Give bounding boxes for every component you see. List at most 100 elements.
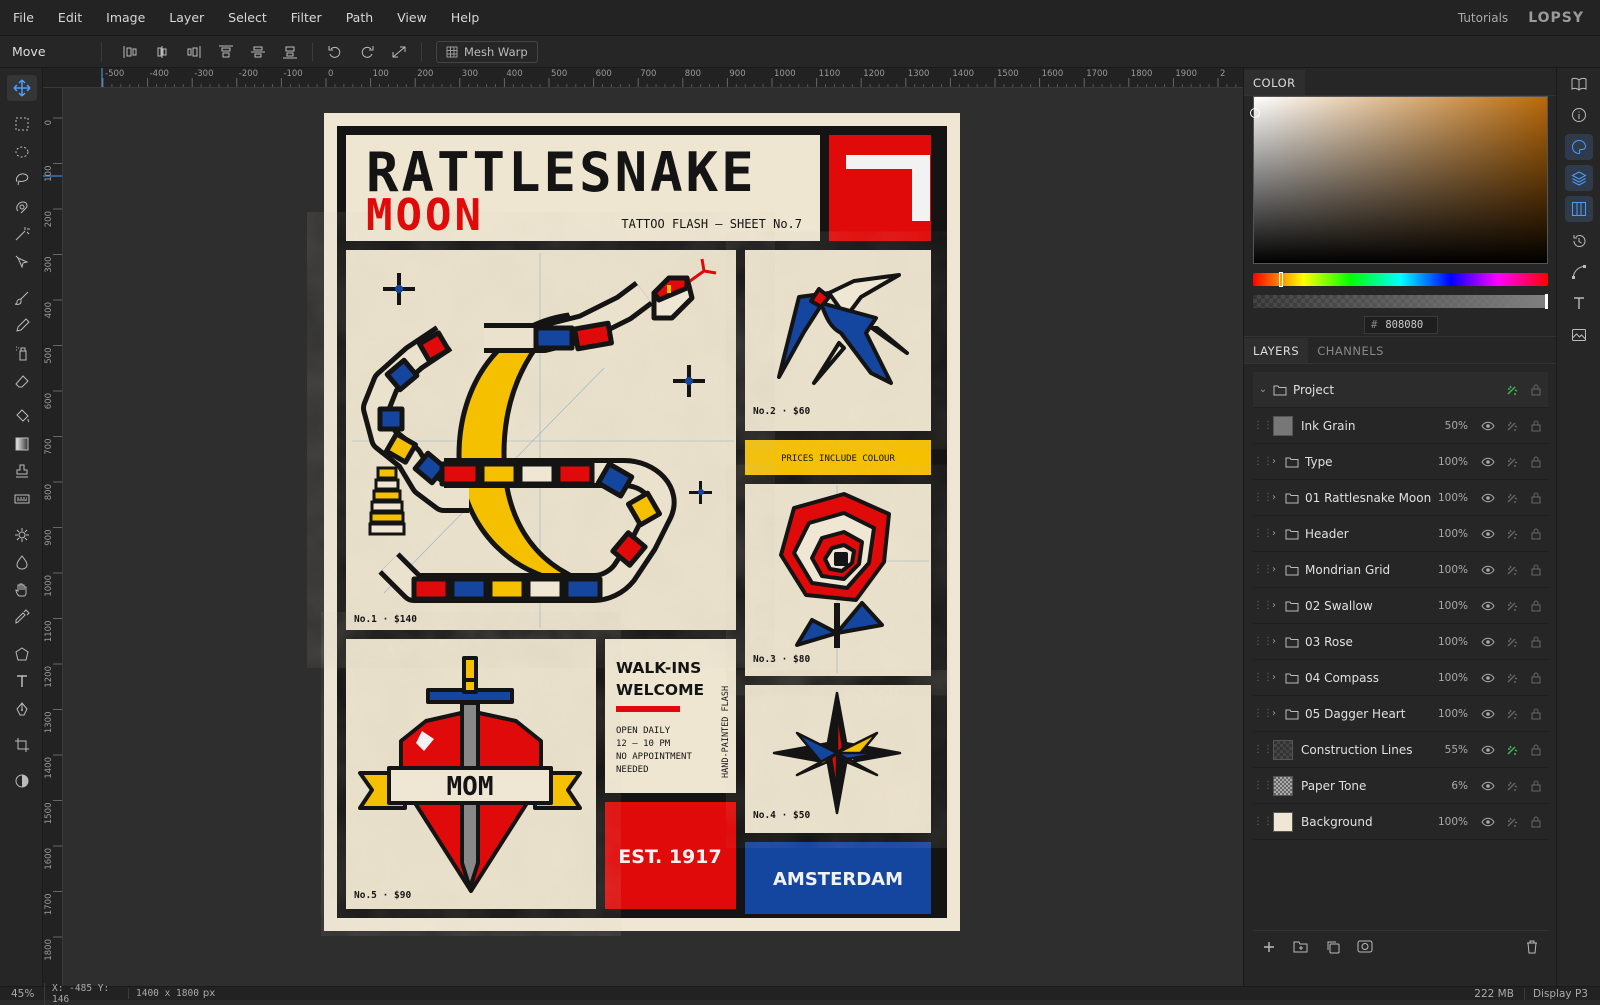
info-icon[interactable] [1565, 102, 1593, 128]
chevron-right-icon[interactable]: › [1267, 528, 1281, 539]
drag-handle-icon[interactable]: ⋮⋮ [1253, 708, 1273, 719]
align-center-h-icon[interactable] [146, 40, 178, 64]
tab-layers[interactable]: LAYERS [1244, 338, 1309, 363]
canvas-area[interactable]: RATTLESNAKE MOON TATTOO FLASH — SHEET No… [63, 88, 1243, 986]
layer-opacity[interactable]: 100% [1434, 528, 1468, 540]
history-icon[interactable] [1565, 228, 1593, 254]
book-icon[interactable] [1565, 71, 1593, 97]
brush-icon[interactable] [7, 285, 37, 311]
layer-opacity[interactable]: 100% [1434, 492, 1468, 504]
paths-icon[interactable] [1565, 259, 1593, 285]
pencil-icon[interactable] [7, 313, 37, 339]
chevron-right-icon[interactable]: › [1267, 708, 1281, 719]
tutorials-link[interactable]: Tutorials [1458, 11, 1508, 25]
eye-icon[interactable] [1476, 745, 1500, 755]
tab-color[interactable]: COLOR [1244, 70, 1305, 95]
duplicate-icon[interactable] [1317, 940, 1349, 954]
layer-opacity[interactable]: 6% [1434, 780, 1468, 792]
lock-icon[interactable] [1524, 780, 1548, 792]
drag-handle-icon[interactable]: ⋮⋮ [1253, 492, 1273, 503]
layers-icon[interactable] [1565, 165, 1593, 191]
pattern-stamp-icon[interactable] [7, 486, 37, 512]
drag-handle-icon[interactable]: ⋮⋮ [1253, 600, 1273, 611]
new-folder-icon[interactable] [1285, 940, 1317, 953]
palette-icon[interactable] [1565, 134, 1593, 160]
lock-icon[interactable] [1524, 600, 1548, 612]
chevron-down-icon[interactable]: ⌄ [1253, 384, 1273, 395]
eye-icon[interactable] [1476, 781, 1500, 791]
stamp-icon[interactable] [7, 458, 37, 484]
hand-icon[interactable] [7, 577, 37, 603]
pen-icon[interactable] [7, 696, 37, 722]
alpha-slider[interactable] [1253, 294, 1548, 309]
color-picker-field[interactable] [1250, 96, 1548, 264]
adjust-icon[interactable] [1500, 564, 1524, 576]
crop-icon[interactable] [7, 732, 37, 758]
image-edit-icon[interactable] [1565, 322, 1593, 348]
layer-opacity[interactable]: 100% [1434, 600, 1468, 612]
gradient-icon[interactable] [7, 431, 37, 457]
lasso-icon[interactable] [7, 166, 37, 192]
adjust-icon[interactable] [1500, 600, 1524, 612]
menu-edit[interactable]: Edit [45, 10, 93, 25]
rect-select-icon[interactable] [7, 111, 37, 137]
align-top-icon[interactable] [210, 40, 242, 64]
adjust-icon[interactable] [1500, 708, 1524, 720]
eyedropper-icon[interactable] [7, 604, 37, 630]
layer-row[interactable]: ⋮⋮ › 04 Compass 100% [1253, 660, 1548, 696]
layer-opacity[interactable]: 100% [1434, 564, 1468, 576]
bucket-icon[interactable] [7, 403, 37, 429]
chevron-right-icon[interactable]: › [1267, 636, 1281, 647]
eye-icon[interactable] [1476, 601, 1500, 611]
mask-icon[interactable] [1349, 940, 1381, 953]
align-middle-v-icon[interactable] [242, 40, 274, 64]
layer-opacity[interactable]: 100% [1434, 816, 1468, 828]
adjust-icon[interactable] [1500, 816, 1524, 828]
chevron-right-icon[interactable]: › [1267, 456, 1281, 467]
layer-opacity[interactable]: 100% [1434, 456, 1468, 468]
layer-row[interactable]: ⋮⋮ › 03 Rose 100% [1253, 624, 1548, 660]
eye-icon[interactable] [1476, 421, 1500, 431]
hex-input[interactable]: # 808080 [1364, 316, 1438, 334]
adjust-icon[interactable] [1500, 744, 1524, 756]
eye-icon[interactable] [1476, 529, 1500, 539]
ellipse-select-icon[interactable] [7, 139, 37, 165]
menu-help[interactable]: Help [438, 10, 491, 25]
chevron-right-icon[interactable]: › [1267, 600, 1281, 611]
lock-icon[interactable] [1524, 708, 1548, 720]
drag-handle-icon[interactable]: ⋮⋮ [1253, 672, 1273, 683]
lock-icon[interactable] [1524, 456, 1548, 468]
add-layer-icon[interactable] [1253, 941, 1285, 953]
mesh-warp-button[interactable]: Mesh Warp [436, 40, 538, 63]
menu-layer[interactable]: Layer [156, 10, 215, 25]
layer-opacity[interactable]: 100% [1434, 708, 1468, 720]
eye-icon[interactable] [1476, 457, 1500, 467]
layer-row[interactable]: ⋮⋮ Construction Lines 55% [1253, 732, 1548, 768]
layer-row[interactable]: ⋮⋮ › Mondrian Grid 100% [1253, 552, 1548, 588]
text-tool-icon[interactable] [7, 668, 37, 694]
trash-icon[interactable] [1516, 940, 1548, 954]
eye-icon[interactable] [1476, 493, 1500, 503]
adjust-icon[interactable] [1500, 492, 1524, 504]
polygon-icon[interactable] [7, 641, 37, 667]
layer-row[interactable]: ⋮⋮ › 05 Dagger Heart 100% [1253, 696, 1548, 732]
adjust-icon[interactable] [1500, 672, 1524, 684]
lock-icon[interactable] [1524, 384, 1548, 396]
layer-opacity[interactable]: 100% [1434, 636, 1468, 648]
lock-icon[interactable] [1524, 420, 1548, 432]
hue-slider[interactable] [1253, 272, 1548, 287]
adjust-icon[interactable] [1500, 528, 1524, 540]
channels-icon[interactable] [1565, 196, 1593, 222]
drag-handle-icon[interactable]: ⋮⋮ [1253, 456, 1273, 467]
smudge-icon[interactable] [7, 549, 37, 575]
dodge-icon[interactable] [7, 522, 37, 548]
rotate-cw-icon[interactable] [351, 40, 383, 64]
chevron-right-icon[interactable]: › [1267, 492, 1281, 503]
layer-row[interactable]: ⋮⋮ Ink Grain 50% [1253, 408, 1548, 444]
layer-row[interactable]: ⋮⋮ › 02 Swallow 100% [1253, 588, 1548, 624]
drag-handle-icon[interactable]: ⋮⋮ [1253, 636, 1273, 647]
menu-file[interactable]: File [0, 10, 45, 25]
layer-row[interactable]: ⋮⋮ › Type 100% [1253, 444, 1548, 480]
menu-select[interactable]: Select [215, 10, 278, 25]
menu-image[interactable]: Image [93, 10, 156, 25]
